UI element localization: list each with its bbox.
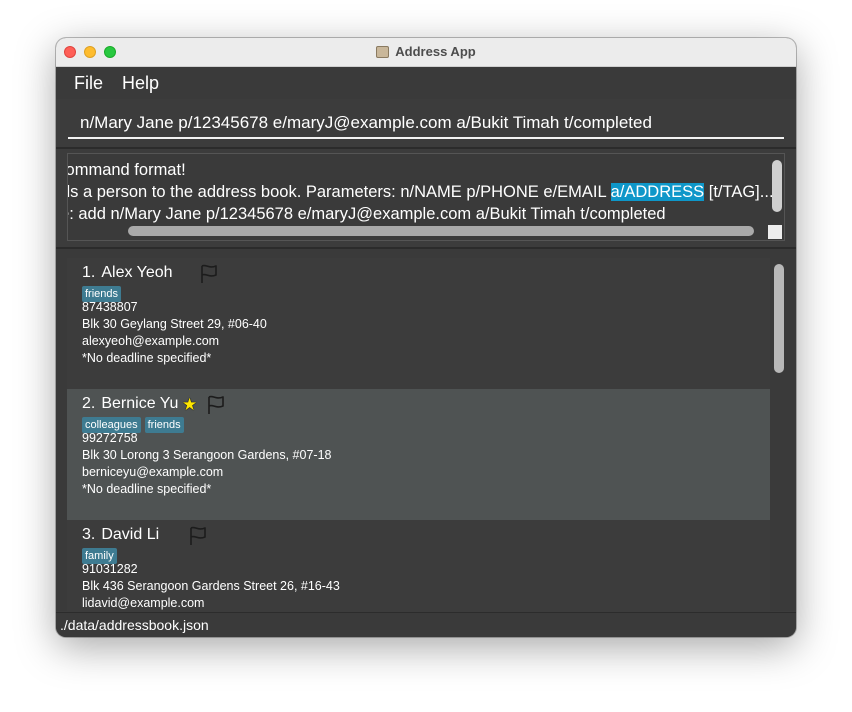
person-phone: 91031282 (82, 562, 138, 576)
person-index: 1. (82, 264, 96, 281)
status-bar: ./data/addressbook.json (56, 612, 796, 637)
person-index: 2. (82, 395, 96, 412)
person-email: lidavid@example.com (82, 596, 205, 610)
tag-list: colleagues friends (82, 415, 188, 433)
person-phone: 99272758 (82, 431, 138, 445)
scrollbar-corner (768, 225, 782, 239)
list-scrollbar[interactable] (774, 264, 784, 373)
result-line-2: add: Adds a person to the address book. … (68, 183, 774, 202)
person-deadline: *No deadline specified* (82, 482, 212, 496)
result-horizontal-scrollbar[interactable] (128, 226, 754, 236)
command-box (56, 99, 796, 147)
person-address: Blk 30 Lorong 3 Serangoon Gardens, #07-1… (82, 448, 332, 462)
app-icon (376, 46, 390, 58)
person-deadline: *No deadline specified* (82, 351, 212, 365)
divider (56, 147, 796, 149)
person-name-row: 1. Alex Yeoh (82, 264, 173, 282)
title-bar: Address App (56, 38, 796, 67)
menu-file[interactable]: File (74, 73, 103, 94)
tag-list: friends (82, 284, 125, 302)
person-card-selected[interactable]: 2. Bernice Yu ★ colleagues friends 9927275… (67, 389, 770, 520)
menu-help[interactable]: Help (122, 73, 159, 94)
flag-icon[interactable] (187, 525, 209, 547)
person-name-row: 3. David Li (82, 526, 159, 544)
menu-bar: File Help (56, 67, 796, 99)
window-title-text: Address App (395, 44, 476, 59)
person-card[interactable]: 3. David Li family 91031282 Blk 436 Seran… (67, 520, 770, 611)
person-name: Bernice Yu (101, 395, 179, 412)
command-input[interactable] (68, 109, 784, 139)
person-email: alexyeoh@example.com (82, 334, 220, 348)
person-phone: 87438807 (82, 300, 138, 314)
save-location: ./data/addressbook.json (60, 617, 209, 633)
person-name: Alex Yeoh (101, 264, 173, 281)
person-name-row: 2. Bernice Yu (82, 395, 178, 413)
person-address: Blk 30 Geylang Street 29, #06-40 (82, 317, 267, 331)
result-line-1: Invalid command format! (67, 161, 186, 179)
result-line-3: Example: add n/Mary Jane p/12345678 e/ma… (67, 205, 666, 223)
result-line-2-tail: [t/TAG]... (704, 183, 774, 201)
tag: friends (144, 417, 184, 433)
flag-icon[interactable] (198, 263, 220, 285)
tag-list: family (82, 546, 121, 564)
result-line-2-text: add: Adds a person to the address book. … (68, 183, 607, 201)
person-name: David Li (101, 526, 160, 543)
result-display[interactable]: Invalid command format! add: Adds a pers… (67, 153, 785, 241)
person-index: 3. (82, 526, 96, 543)
flag-icon[interactable] (205, 394, 227, 416)
person-card[interactable]: 1. Alex Yeoh friends 87438807 Blk 30 Geyl… (67, 258, 770, 389)
person-address: Blk 436 Serangoon Gardens Street 26, #16… (82, 579, 340, 593)
app-window: Address App File Help Invalid command fo… (56, 38, 796, 637)
person-list: 1. Alex Yeoh friends 87438807 Blk 30 Geyl… (56, 249, 796, 611)
result-vertical-scrollbar[interactable] (772, 160, 782, 212)
window-title: Address App (56, 44, 796, 59)
person-email: berniceyu@example.com (82, 465, 224, 479)
result-selected-text: a/ADDRESS (610, 183, 705, 201)
star-icon[interactable]: ★ (182, 395, 197, 415)
